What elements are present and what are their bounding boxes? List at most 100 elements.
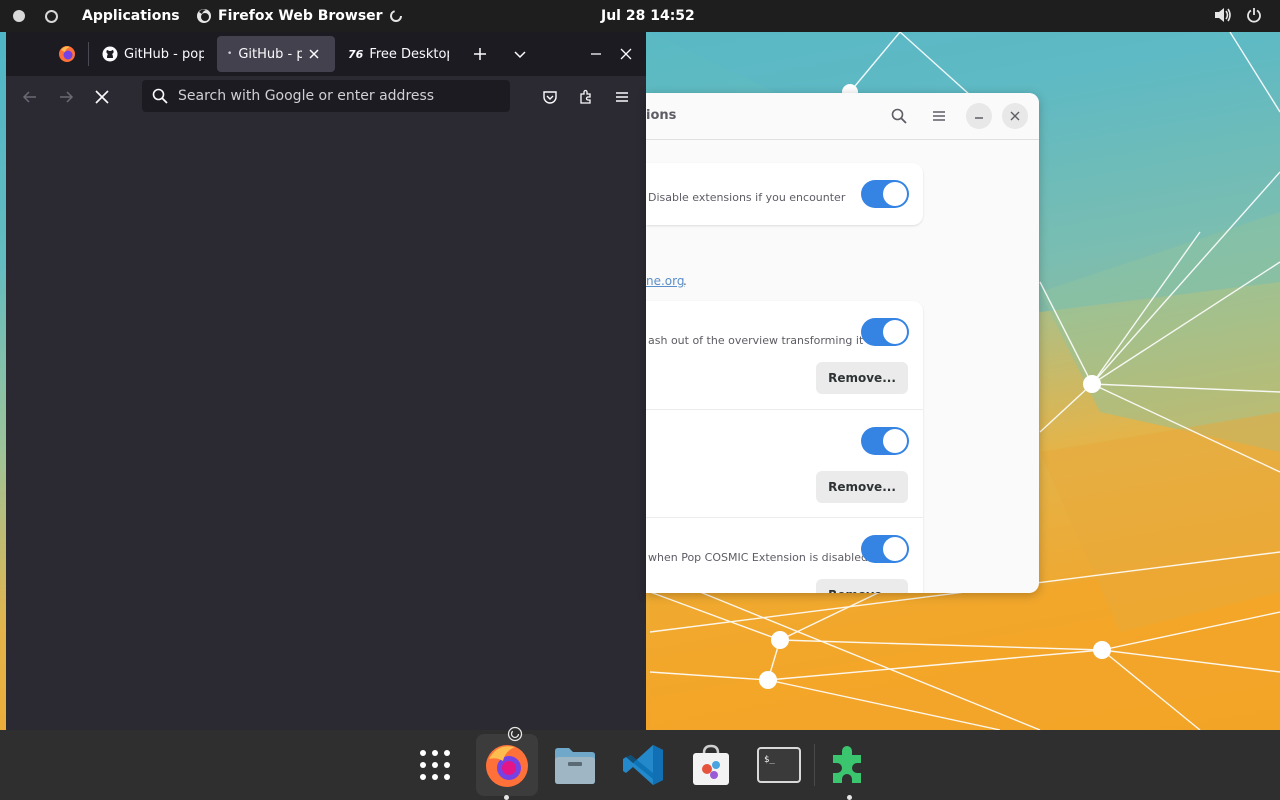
- puzzle-icon: [580, 89, 591, 104]
- plus-icon: [474, 48, 486, 60]
- power-icon[interactable]: [1246, 7, 1262, 23]
- dock-vscode[interactable]: [612, 734, 674, 796]
- minimize-button[interactable]: [966, 103, 992, 129]
- dock-files[interactable]: [544, 734, 606, 796]
- close-window-button[interactable]: [614, 36, 638, 72]
- app-menu-button[interactable]: [609, 84, 635, 110]
- extension-row[interactable]: ash out of the overview transforming it …: [646, 301, 923, 409]
- back-button[interactable]: [17, 84, 43, 110]
- close-icon: [1010, 111, 1020, 121]
- dock-app-grid[interactable]: [404, 734, 466, 796]
- extension-toggle[interactable]: [861, 318, 909, 346]
- svg-text:$_: $_: [764, 755, 775, 765]
- site-76-icon: 76: [348, 47, 364, 61]
- firefox-view-button[interactable]: [52, 36, 82, 72]
- running-indicator: [847, 795, 852, 800]
- extension-toggle[interactable]: [861, 535, 909, 563]
- page-content[interactable]: [6, 118, 646, 730]
- files-icon: [555, 748, 595, 784]
- dock-separator: [814, 744, 815, 786]
- tab-label: GitHub - pop: [124, 46, 204, 62]
- active-app-menu[interactable]: Firefox Web Browser: [196, 8, 403, 24]
- minimize-icon: [975, 117, 983, 119]
- extensions-header: ions: [646, 93, 1039, 140]
- top-panel: Applications Firefox Web Browser Jul 28 …: [0, 0, 1280, 32]
- hamburger-menu-icon: [933, 111, 945, 121]
- url-bar-placeholder: Search with Google or enter address: [178, 88, 435, 104]
- toggle-knob: [883, 537, 907, 561]
- dock-pop-shop[interactable]: [680, 734, 742, 796]
- tab-label: GitHub - p: [238, 46, 303, 62]
- chevron-down-icon: [514, 51, 526, 59]
- navigation-toolbar: Search with Google or enter address: [6, 76, 646, 119]
- toggle-knob: [883, 320, 907, 344]
- app-grid-icon: [420, 750, 450, 780]
- firefox-window: GitHub - pop • GitHub - p 76 Free Deskto…: [6, 32, 646, 730]
- firefox-symbolic-icon: [197, 9, 211, 23]
- applications-menu[interactable]: Applications: [82, 8, 180, 24]
- workspace-indicator[interactable]: [45, 10, 58, 23]
- pop-shop-icon: [693, 744, 729, 785]
- extensions-window: ions Disable extensions if you encounter…: [646, 93, 1039, 593]
- close-tab-icon[interactable]: [308, 48, 320, 60]
- tab-free-desktop[interactable]: 76 Free Desktop: [344, 36, 460, 72]
- dock-terminal[interactable]: $_: [748, 734, 810, 796]
- terminal-icon: $_: [757, 747, 801, 783]
- loading-dot-icon: •: [227, 49, 233, 59]
- remove-button[interactable]: Remove...: [816, 579, 908, 593]
- stop-button[interactable]: [89, 84, 115, 110]
- extensions-website-link[interactable]: ne.org: [646, 274, 684, 288]
- extension-description: when Pop COSMIC Extension is disabled.: [648, 551, 872, 564]
- tab-github-1[interactable]: GitHub - pop: [98, 36, 214, 72]
- tab-bar: GitHub - pop • GitHub - p 76 Free Deskto…: [6, 32, 646, 76]
- extension-row[interactable]: when Pop COSMIC Extension is disabled. R…: [646, 517, 923, 593]
- extensions-button[interactable]: [573, 84, 599, 110]
- arrow-right-icon: [60, 91, 74, 103]
- tab-label: Free Desktop: [369, 46, 450, 62]
- dock-firefox[interactable]: [476, 726, 538, 800]
- vscode-icon: [623, 745, 663, 785]
- volume-icon[interactable]: [1214, 7, 1232, 23]
- installed-extensions-list: ash out of the overview transforming it …: [646, 301, 923, 593]
- running-indicator: [504, 795, 509, 800]
- pocket-icon: [543, 91, 557, 104]
- use-extensions-card: Disable extensions if you encounter: [646, 163, 923, 225]
- url-bar[interactable]: Search with Google or enter address: [142, 80, 510, 112]
- list-all-tabs-button[interactable]: [508, 36, 532, 72]
- search-icon: [891, 108, 907, 124]
- tab-github-2[interactable]: • GitHub - p: [217, 36, 335, 72]
- loading-spinner-icon: [507, 726, 523, 742]
- loading-spinner-icon: [389, 10, 402, 22]
- remove-button[interactable]: Remove...: [816, 362, 908, 394]
- search-icon: [152, 88, 168, 104]
- firefox-view-icon: [59, 46, 75, 62]
- close-icon: [620, 48, 632, 60]
- search-button[interactable]: [886, 103, 912, 129]
- remove-button[interactable]: Remove...: [816, 471, 908, 503]
- forward-button[interactable]: [53, 84, 79, 110]
- toggle-knob: [883, 429, 907, 453]
- date-time[interactable]: Jul 28 14:52: [601, 8, 695, 24]
- dock: $_: [0, 726, 1280, 800]
- extensions-icon: [833, 746, 861, 783]
- dock-extensions[interactable]: [818, 734, 880, 800]
- stop-icon: [95, 90, 109, 104]
- use-extensions-toggle[interactable]: [861, 180, 909, 208]
- system-tray[interactable]: [1214, 7, 1262, 23]
- link-suffix: .: [683, 274, 687, 288]
- new-tab-button[interactable]: [468, 36, 492, 72]
- github-icon: [102, 46, 118, 62]
- active-app-label: Firefox Web Browser: [218, 8, 383, 24]
- extension-description: ash out of the overview transforming it …: [648, 334, 881, 347]
- main-menu-button[interactable]: [926, 103, 952, 129]
- firefox-icon: [486, 745, 528, 787]
- toggle-knob: [883, 182, 907, 206]
- pocket-button[interactable]: [537, 84, 563, 110]
- tab-separator: [88, 42, 89, 66]
- extension-row[interactable]: Remove...: [646, 409, 923, 518]
- arrow-left-icon: [22, 91, 36, 103]
- extension-toggle[interactable]: [861, 427, 909, 455]
- minimize-button[interactable]: [584, 36, 608, 72]
- close-button[interactable]: [1002, 103, 1028, 129]
- workspace-indicator-active[interactable]: [13, 10, 25, 22]
